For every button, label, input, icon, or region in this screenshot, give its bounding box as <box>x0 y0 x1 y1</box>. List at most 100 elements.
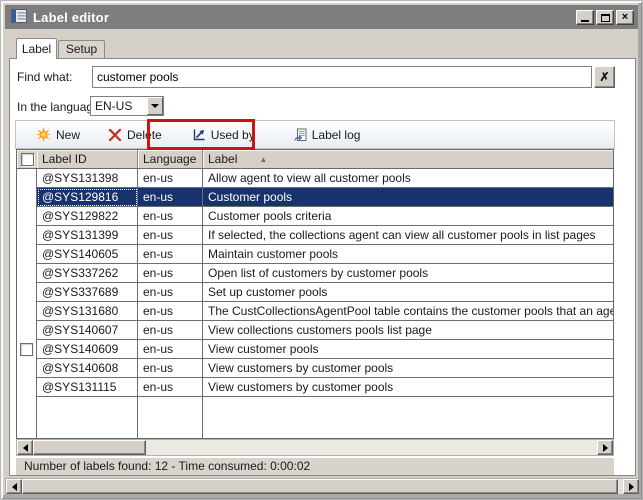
column-header-label[interactable]: Label▲ <box>203 150 613 169</box>
label-editor-window: Label editor × Label Setup Find what: ✗ … <box>0 0 643 500</box>
cell-label[interactable]: View customers by customer pools <box>203 359 613 378</box>
row-marker-cell[interactable] <box>17 302 37 321</box>
status-bar: Number of labels found: 12 - Time consum… <box>16 458 614 475</box>
cell-label[interactable]: Set up customer pools <box>203 283 613 302</box>
cell-label-id[interactable]: @SYS140607 <box>37 321 138 340</box>
row-marker-cell[interactable] <box>17 226 37 245</box>
cell-language[interactable]: en-us <box>138 207 203 226</box>
table-row[interactable]: @SYS140609en-usView customer pools <box>17 340 613 359</box>
tab-label[interactable]: Label <box>16 38 57 59</box>
select-all-header-cell[interactable] <box>17 150 37 169</box>
cell-language[interactable]: en-us <box>138 283 203 302</box>
tab-setup[interactable]: Setup <box>58 40 105 58</box>
find-what-label: Find what: <box>17 70 72 84</box>
language-selected-value: EN-US <box>95 99 132 113</box>
grid-horizontal-scrollbar[interactable] <box>16 439 614 456</box>
scroll-right-button[interactable] <box>597 440 613 455</box>
sort-asc-icon: ▲ <box>259 155 267 164</box>
row-marker-cell[interactable] <box>17 207 37 226</box>
cell-label[interactable]: Customer pools <box>203 188 613 207</box>
used-by-button[interactable]: Used by <box>186 125 261 145</box>
cell-language[interactable]: en-us <box>138 378 203 397</box>
cell-label[interactable]: If selected, the collections agent can v… <box>203 226 613 245</box>
find-what-input[interactable] <box>92 66 592 88</box>
new-button-label: New <box>56 128 80 142</box>
row-marker-cell[interactable] <box>17 245 37 264</box>
row-marker-cell[interactable] <box>17 378 37 397</box>
row-marker-cell[interactable] <box>17 359 37 378</box>
scroll-right-button[interactable] <box>623 479 639 494</box>
cell-language[interactable]: en-us <box>138 302 203 321</box>
row-marker-cell[interactable] <box>17 283 37 302</box>
label-log-button[interactable]: Label log <box>287 125 367 145</box>
column-header-label-id[interactable]: Label ID <box>37 150 138 169</box>
cell-label[interactable]: Customer pools criteria <box>203 207 613 226</box>
column-header-language[interactable]: Language <box>138 150 203 169</box>
row-marker-cell[interactable] <box>17 321 37 340</box>
cell-label-id[interactable]: @SYS140608 <box>37 359 138 378</box>
cell-label[interactable]: Allow agent to view all customer pools <box>203 169 613 188</box>
table-row[interactable]: @SYS337262en-usOpen list of customers by… <box>17 264 613 283</box>
maximize-button[interactable] <box>596 10 614 25</box>
cell-language[interactable]: en-us <box>138 169 203 188</box>
form-horizontal-scrollbar[interactable] <box>5 478 640 495</box>
arrow-right-icon <box>629 483 634 491</box>
cell-language[interactable]: en-us <box>138 226 203 245</box>
cell-language[interactable]: en-us <box>138 321 203 340</box>
cell-label-id[interactable]: @SYS131115 <box>37 378 138 397</box>
language-combobox[interactable]: EN-US <box>90 96 164 116</box>
cell-label-id[interactable]: @SYS129816 <box>37 188 138 207</box>
cell-label-id[interactable]: @SYS131680 <box>37 302 138 321</box>
titlebar: Label editor × <box>5 5 638 29</box>
cell-language[interactable]: en-us <box>138 340 203 359</box>
new-star-icon <box>36 127 51 142</box>
table-row[interactable]: @SYS129816en-usCustomer pools <box>17 188 613 207</box>
form-scrollbar-thumb[interactable] <box>22 479 618 494</box>
row-marker-cell[interactable] <box>17 340 37 359</box>
cell-label[interactable]: Maintain customer pools <box>203 245 613 264</box>
table-row[interactable]: @SYS131680en-usThe CustCollectionsAgentP… <box>17 302 613 321</box>
cell-label-id[interactable]: @SYS129822 <box>37 207 138 226</box>
maximize-icon <box>601 14 610 22</box>
cell-language[interactable]: en-us <box>138 359 203 378</box>
cell-language[interactable]: en-us <box>138 264 203 283</box>
cell-label[interactable]: View collections customers pools list pa… <box>203 321 613 340</box>
row-marker-cell[interactable] <box>17 264 37 283</box>
table-row[interactable]: @SYS337689en-usSet up customer pools <box>17 283 613 302</box>
cell-label[interactable]: View customers by customer pools <box>203 378 613 397</box>
close-icon: × <box>622 12 628 23</box>
table-row[interactable]: @SYS129822en-usCustomer pools criteria <box>17 207 613 226</box>
cell-label[interactable]: The CustCollectionsAgentPool table conta… <box>203 302 613 321</box>
scroll-left-button[interactable] <box>6 479 22 494</box>
row-checkbox[interactable] <box>20 343 33 356</box>
select-all-checkbox[interactable] <box>21 153 34 166</box>
language-dropdown-button[interactable] <box>147 97 163 115</box>
cell-label-id[interactable]: @SYS140609 <box>37 340 138 359</box>
table-row[interactable]: @SYS140607en-usView collections customer… <box>17 321 613 340</box>
table-row[interactable]: @SYS140608en-usView customers by custome… <box>17 359 613 378</box>
cell-label-id[interactable]: @SYS337262 <box>37 264 138 283</box>
minimize-button[interactable] <box>576 10 594 25</box>
cell-label-id[interactable]: @SYS140605 <box>37 245 138 264</box>
table-row[interactable]: @SYS131115en-usView customers by custome… <box>17 378 613 397</box>
clear-search-button[interactable]: ✗ <box>594 66 615 88</box>
delete-button[interactable]: Delete <box>102 125 168 145</box>
cell-label[interactable]: Open list of customers by customer pools <box>203 264 613 283</box>
label-tab-page: Find what: ✗ In the language: EN-US New <box>9 58 636 476</box>
new-button[interactable]: New <box>30 124 86 145</box>
cell-label[interactable]: View customer pools <box>203 340 613 359</box>
row-marker-cell[interactable] <box>17 169 37 188</box>
delete-button-label: Delete <box>127 128 162 142</box>
close-button[interactable]: × <box>616 10 634 25</box>
row-marker-cell[interactable] <box>17 188 37 207</box>
cell-label-id[interactable]: @SYS337689 <box>37 283 138 302</box>
cell-language[interactable]: en-us <box>138 245 203 264</box>
scroll-left-button[interactable] <box>17 440 33 455</box>
cell-label-id[interactable]: @SYS131399 <box>37 226 138 245</box>
grid-scrollbar-thumb[interactable] <box>33 440 146 455</box>
cell-language[interactable]: en-us <box>138 188 203 207</box>
table-row[interactable]: @SYS131398en-usAllow agent to view all c… <box>17 169 613 188</box>
table-row[interactable]: @SYS131399en-usIf selected, the collecti… <box>17 226 613 245</box>
table-row[interactable]: @SYS140605en-usMaintain customer pools <box>17 245 613 264</box>
cell-label-id[interactable]: @SYS131398 <box>37 169 138 188</box>
